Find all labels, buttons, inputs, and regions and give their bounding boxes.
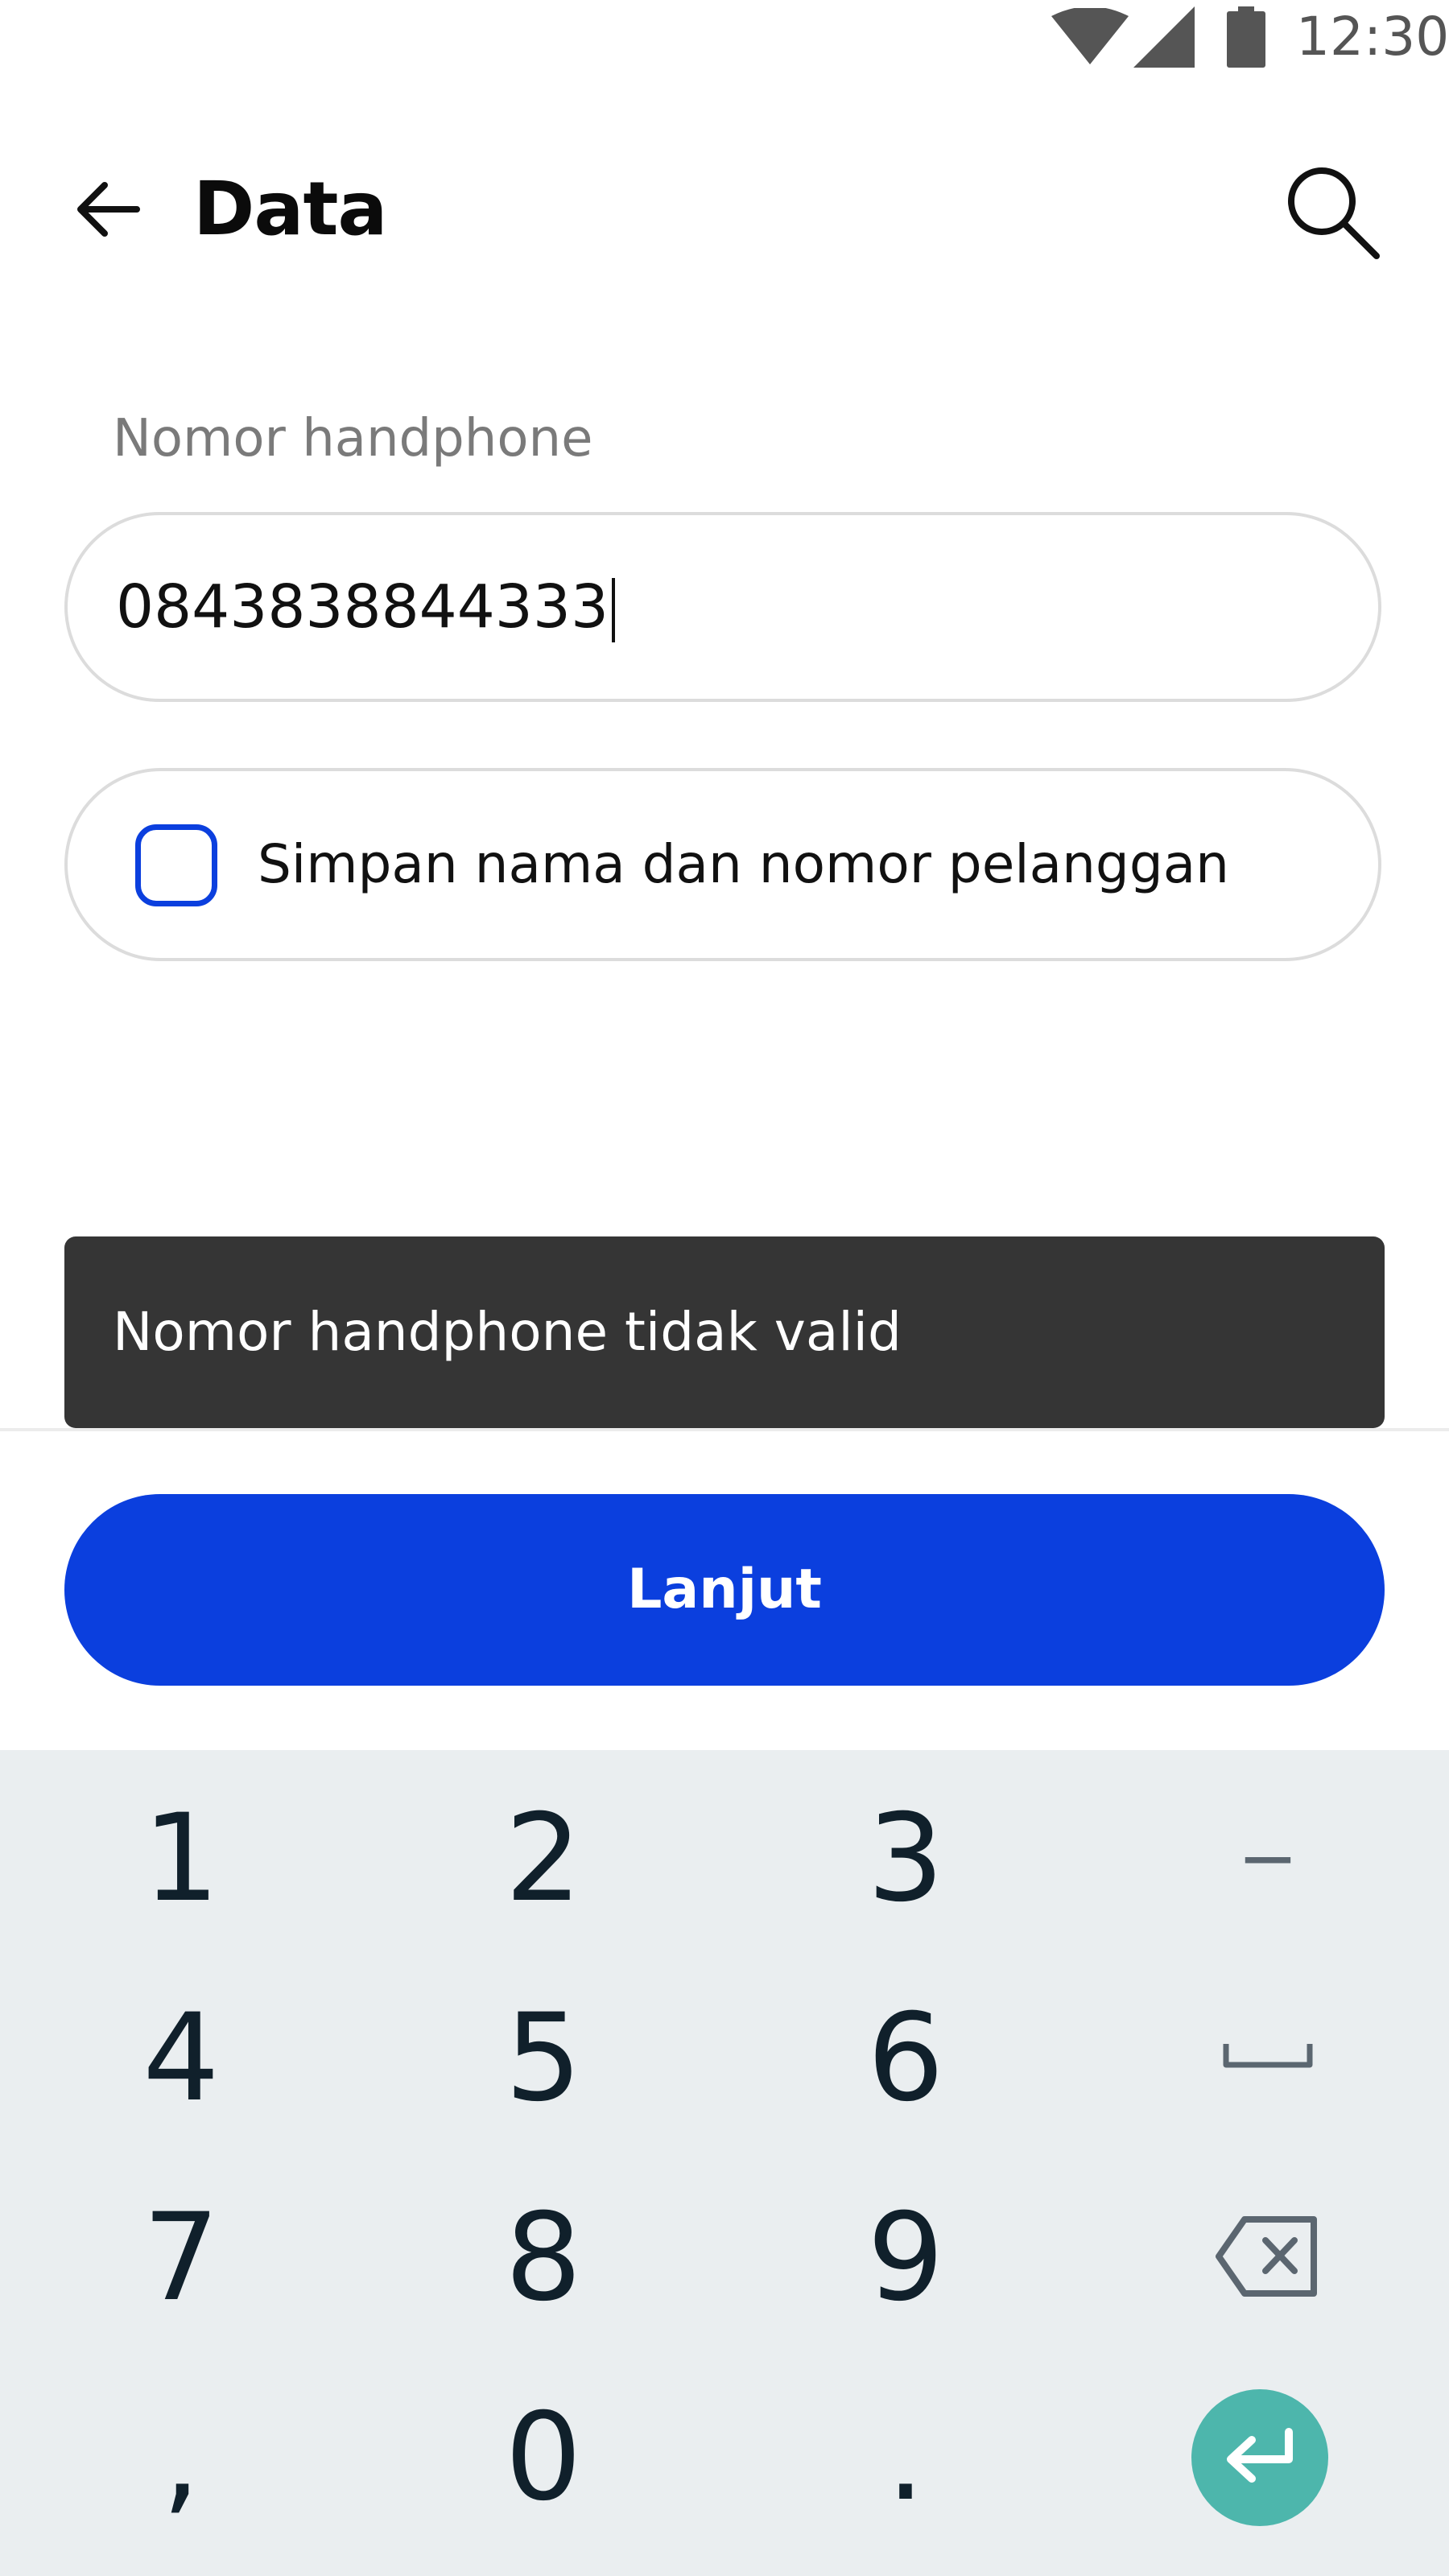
enter-icon (1221, 2427, 1298, 2488)
key-backspace[interactable] (1087, 2159, 1449, 2357)
continue-button[interactable]: Lanjut (64, 1494, 1385, 1686)
search-icon[interactable] (1280, 161, 1385, 266)
screen: 12:30 Data Nomor handphone 0843838844333… (0, 0, 1449, 2576)
key-comma[interactable]: , (0, 2359, 362, 2557)
wifi-icon (1051, 6, 1129, 69)
enter-key-circle (1191, 2389, 1328, 2526)
app-bar: Data (0, 145, 1449, 274)
save-customer-checkbox[interactable] (135, 824, 217, 906)
key-5[interactable]: 5 (362, 1959, 724, 2157)
key-4[interactable]: 4 (0, 1959, 362, 2157)
key-9[interactable]: 9 (724, 2159, 1087, 2357)
phone-number-text: 0843838844333 (116, 572, 609, 642)
status-bar: 12:30 (0, 0, 1449, 77)
phone-number-input[interactable]: 0843838844333 (64, 512, 1381, 702)
key-1[interactable]: 1 (0, 1760, 362, 1958)
error-toast: Nomor handphone tidak valid (64, 1236, 1385, 1428)
status-time: 12:30 (1296, 6, 1449, 68)
phone-field-label: Nomor handphone (113, 409, 593, 469)
backspace-icon (1216, 2215, 1320, 2301)
text-caret (612, 578, 616, 643)
arrow-left-icon[interactable] (69, 171, 147, 248)
key-2[interactable]: 2 (362, 1760, 724, 1958)
key-space[interactable] (1087, 1959, 1449, 2157)
key-6[interactable]: 6 (724, 1959, 1087, 2157)
numeric-keyboard: 1 2 3 − 4 5 6 7 8 9 , 0 . (0, 1750, 1449, 2576)
key-enter[interactable] (1079, 2359, 1441, 2557)
error-toast-message: Nomor handphone tidak valid (113, 1301, 902, 1363)
key-3[interactable]: 3 (724, 1760, 1087, 1958)
key-0[interactable]: 0 (362, 2359, 724, 2557)
save-customer-option[interactable]: Simpan nama dan nomor pelanggan (64, 768, 1381, 961)
space-icon (1223, 2041, 1313, 2076)
key-period[interactable]: . (724, 2359, 1087, 2557)
page-title: Data (193, 166, 388, 252)
phone-number-value: 0843838844333 (116, 515, 616, 699)
key-7[interactable]: 7 (0, 2159, 362, 2357)
battery-icon (1225, 6, 1267, 71)
save-customer-label: Simpan nama dan nomor pelanggan (258, 833, 1229, 895)
signal-icon (1133, 6, 1195, 71)
key-8[interactable]: 8 (362, 2159, 724, 2357)
key-minus[interactable]: − (1087, 1760, 1449, 1958)
bottom-panel-divider (0, 1428, 1449, 1431)
